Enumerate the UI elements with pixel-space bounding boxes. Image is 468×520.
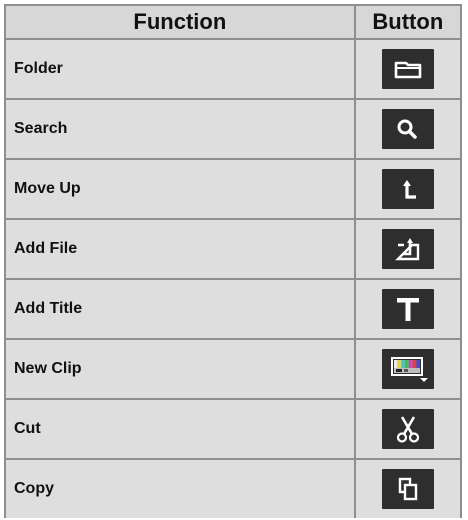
function-label: New Clip xyxy=(6,340,354,398)
table-row: New Clip xyxy=(6,340,460,398)
header-function: Function xyxy=(6,6,354,38)
add-title-icon xyxy=(396,298,419,321)
function-label: Move Up xyxy=(6,160,354,218)
search-icon xyxy=(397,119,417,139)
scissors-icon xyxy=(396,416,419,443)
function-label: Cut xyxy=(6,400,354,458)
table-row: Folder xyxy=(6,40,460,98)
header-row: Function Button xyxy=(6,6,460,38)
new-clip-button[interactable] xyxy=(381,349,434,389)
function-button-table: Function Button Folder Search Move Up Ad… xyxy=(4,4,462,520)
function-label: Add File xyxy=(6,220,354,278)
copy-button[interactable] xyxy=(381,469,434,509)
copy-icon xyxy=(398,477,418,501)
move-up-icon xyxy=(402,180,416,199)
table-row: Copy xyxy=(6,460,460,518)
table-row: Move Up xyxy=(6,160,460,218)
new-clip-icon xyxy=(390,357,428,382)
search-button[interactable] xyxy=(381,109,434,149)
function-button-table-frame: Function Button Folder Search Move Up Ad… xyxy=(4,4,462,518)
function-label: Add Title xyxy=(6,280,354,338)
table-row: Search xyxy=(6,100,460,158)
table-row: Add Title xyxy=(6,280,460,338)
add-file-button[interactable] xyxy=(381,229,434,269)
add-title-button[interactable] xyxy=(381,289,434,329)
function-label: Copy xyxy=(6,460,354,518)
function-label: Folder xyxy=(6,40,354,98)
header-button: Button xyxy=(355,6,460,38)
table-row: Cut xyxy=(6,400,460,458)
folder-icon xyxy=(394,61,422,79)
function-label: Search xyxy=(6,100,354,158)
add-file-icon xyxy=(394,238,420,261)
cut-button[interactable] xyxy=(381,409,434,449)
folder-button[interactable] xyxy=(381,49,434,89)
table-row: Add File xyxy=(6,220,460,278)
move-up-button[interactable] xyxy=(381,169,434,209)
